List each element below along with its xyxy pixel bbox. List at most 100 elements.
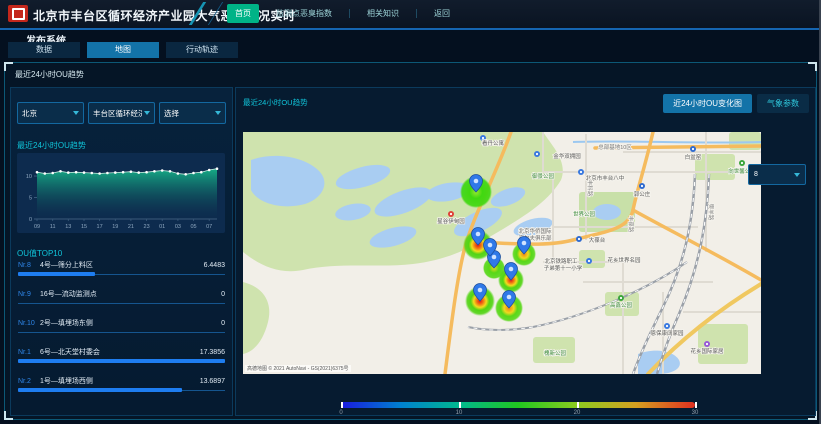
data-point xyxy=(106,172,109,175)
map-label: 高鑫公园 xyxy=(610,301,633,309)
site-name: 16号—流动监测点 xyxy=(40,290,221,299)
list-item[interactable]: Nr.102号—填埋场东侧0 xyxy=(18,319,225,348)
data-point xyxy=(51,172,54,175)
x-tick-label: 11 xyxy=(50,224,56,230)
x-tick-label: 09 xyxy=(34,224,40,230)
scenic-icon-dot xyxy=(450,213,452,215)
x-tick-label: 03 xyxy=(175,224,181,230)
x-tick-label: 23 xyxy=(144,224,150,230)
ou-value: 0 xyxy=(221,319,225,328)
map-canvas[interactable]: 看丹公寓金华双拥园御景公园北京市丰台八中郭公庄白盆窑向世馨公园世界公园星谷伊甸园… xyxy=(243,132,761,374)
ou-value: 0 xyxy=(221,290,225,299)
nav-separator xyxy=(349,9,350,18)
scale-tick xyxy=(577,402,579,408)
nav-back[interactable]: 返回 xyxy=(426,4,458,23)
x-tick-label: 21 xyxy=(128,224,134,230)
chevron-down-icon xyxy=(794,173,800,177)
map-buttons: 近24小时OU变化图 气象参数 xyxy=(663,94,809,113)
site-name: 6号—北天堂村委会 xyxy=(40,348,200,357)
data-point xyxy=(59,170,62,173)
rank-label: Nr.2 xyxy=(18,377,40,386)
data-point xyxy=(114,171,117,174)
map-label: 丰科路 xyxy=(586,180,594,197)
map-label: 花乡国际家居 xyxy=(690,347,724,355)
x-tick-label: 05 xyxy=(190,224,196,230)
nav-monitor-index[interactable]: 监测点恶臭指数 xyxy=(268,4,340,23)
bar-fill xyxy=(18,388,182,392)
panel-title: 最近24小时OU趋势 xyxy=(15,69,84,80)
weather-params-button[interactable]: 气象参数 xyxy=(757,94,809,113)
metro-icon-dot xyxy=(578,238,580,240)
tab-track[interactable]: 行动轨迹 xyxy=(166,42,238,58)
tab-map[interactable]: 地图 xyxy=(87,42,159,58)
trend-chart-title: 最近24小时OU趋势 xyxy=(17,140,86,151)
site-name: 2号—填埋场东侧 xyxy=(40,319,221,328)
data-point xyxy=(216,167,219,170)
data-point xyxy=(67,171,70,174)
tab-data[interactable]: 数据 xyxy=(8,42,80,58)
map-label: 花乡世界名园 xyxy=(607,256,641,264)
map-label: 御景公园 xyxy=(532,172,555,180)
map-label: 金华双拥园 xyxy=(553,152,581,160)
data-point xyxy=(130,170,133,173)
ou-color-scale xyxy=(341,402,695,408)
x-tick-label: 07 xyxy=(206,224,212,230)
data-point xyxy=(98,172,101,175)
chevron-down-icon xyxy=(215,111,221,115)
x-tick-label: 17 xyxy=(97,224,103,230)
ou-value: 13.6897 xyxy=(200,377,225,386)
nav-home[interactable]: 首页 xyxy=(227,4,259,23)
scale-tick-label: 20 xyxy=(567,410,587,416)
data-point xyxy=(137,171,140,174)
rank-label: Nr.8 xyxy=(18,261,40,270)
data-point xyxy=(75,171,78,174)
park-icon-dot xyxy=(741,162,743,164)
panel-corner xyxy=(808,62,817,71)
ou-change-map-button[interactable]: 近24小时OU变化图 xyxy=(663,94,752,113)
scale-tick-label: 0 xyxy=(331,410,351,416)
x-tick-label: 15 xyxy=(81,224,87,230)
area-series xyxy=(37,169,217,219)
left-panel: 北京 丰台区循环经济产 选择 最近24小时OU趋势 xyxy=(10,87,233,416)
map-label: 北京铁路职工 xyxy=(544,257,578,265)
rank-label: Nr.9 xyxy=(18,290,40,299)
scale-tick xyxy=(341,402,343,408)
top-list-title: OU值TOP10 xyxy=(17,248,62,259)
data-point xyxy=(122,171,125,174)
nav-separator xyxy=(416,9,417,18)
data-point xyxy=(177,172,180,175)
nav-knowledge[interactable]: 相关知识 xyxy=(359,4,407,23)
data-point xyxy=(153,170,156,173)
metro-icon-dot xyxy=(692,148,694,150)
map-label: 樊羊路 xyxy=(707,204,715,221)
list-item[interactable]: Nr.916号—流动监测点0 xyxy=(18,290,225,319)
scale-tick-label: 30 xyxy=(685,410,705,416)
scale-tick xyxy=(459,402,461,408)
filter-row: 北京 丰台区循环经济产 选择 xyxy=(17,102,226,124)
list-item[interactable]: Nr.16号—北天堂村委会17.3856 xyxy=(18,348,225,377)
list-item[interactable]: Nr.21号—填埋场西侧13.6897 xyxy=(18,377,225,406)
site-dropdown[interactable]: 选择 xyxy=(159,102,226,124)
map-svg: 看丹公寓金华双拥园御景公园北京市丰台八中郭公庄白盆窑向世馨公园世界公园星谷伊甸园… xyxy=(243,132,761,374)
park-dropdown[interactable]: 丰台区循环经济产 xyxy=(88,102,155,124)
data-point xyxy=(161,169,164,172)
park-dropdown-value: 丰台区循环经济产 xyxy=(93,108,142,119)
map-hours-dropdown[interactable]: 8 xyxy=(748,164,806,185)
data-point xyxy=(208,169,211,172)
map-label: 槐新公园 xyxy=(544,349,567,357)
bar-fill xyxy=(18,272,95,276)
trend-chart: 0510091113151719212301030507 xyxy=(17,153,225,233)
ou-value: 6.4483 xyxy=(204,261,225,270)
school-icon-dot xyxy=(580,171,582,173)
poi-icon-dot xyxy=(482,137,484,139)
data-point xyxy=(145,171,148,174)
x-tick-label: 19 xyxy=(112,224,118,230)
bar-track xyxy=(18,332,225,333)
site-name: 4号—筛分上料区 xyxy=(40,261,204,270)
rank-label: Nr.10 xyxy=(18,319,40,328)
list-item[interactable]: Nr.84号—筛分上料区6.4483 xyxy=(18,261,225,290)
chevron-down-icon xyxy=(144,111,150,115)
map-label: 丰葆路 xyxy=(627,216,635,233)
city-dropdown[interactable]: 北京 xyxy=(17,102,84,124)
bar-fill xyxy=(18,359,225,363)
